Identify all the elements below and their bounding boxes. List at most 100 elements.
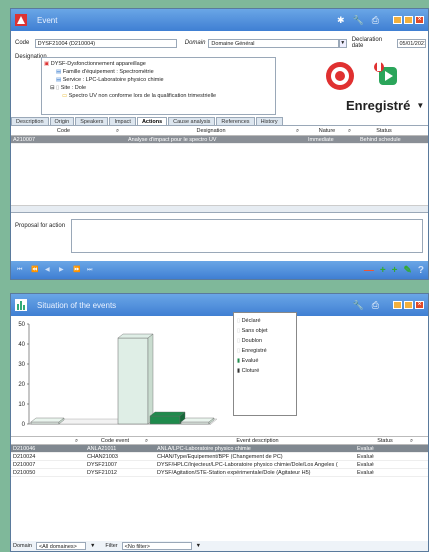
legend-item: ▯ Déclaré — [237, 318, 261, 324]
code-field[interactable]: DYSF21004 (D210004) — [34, 38, 177, 48]
tab-actions[interactable]: Actions — [136, 117, 168, 125]
table-row[interactable]: D210050 DYSF21012 DYSF/Agitation/STE-Sta… — [11, 469, 428, 477]
close-button[interactable]: × — [415, 301, 424, 309]
situation-title: Situation of the events — [37, 300, 117, 310]
y-tick-label: 50 — [18, 322, 25, 328]
actions-table-header: Code ⌕ Designation ⌕ Nature ⌕ Status — [11, 127, 428, 136]
add-button[interactable]: + — [392, 265, 398, 276]
tab-description[interactable]: Description — [11, 117, 49, 125]
tree-node-description[interactable]: ▭ Spectro UV non conforme lors de la qua… — [44, 92, 273, 100]
declaration-date-field[interactable]: 05/01/2021 — [396, 38, 426, 48]
legend-swatch-icon: ▯ — [237, 338, 241, 344]
filter-icon[interactable]: ⌕ — [410, 437, 420, 444]
tab-origin[interactable]: Origin — [49, 117, 75, 125]
table-row[interactable]: A210007 Analyse d'impact pour le spectro… — [11, 136, 428, 144]
minimize-button[interactable] — [393, 301, 402, 309]
events-table: ⌕ Code event ⌕ Event description Status … — [11, 436, 428, 541]
minimize-button[interactable] — [393, 16, 402, 24]
tab-references[interactable]: References — [216, 117, 255, 125]
filter-icon[interactable]: ⌕ — [145, 437, 155, 444]
domain-dropdown-icon[interactable]: ▼ — [90, 543, 95, 549]
prev-record-button[interactable]: ◀ — [45, 266, 55, 274]
close-button[interactable]: × — [415, 16, 424, 24]
col-code-event[interactable]: Code event — [85, 437, 145, 444]
filter-icon[interactable]: ⌕ — [348, 127, 358, 135]
event-titlebar: Event ✱ 🔧 ⎙ × — [11, 9, 428, 31]
status-dropdown-icon[interactable]: ▼ — [416, 101, 424, 110]
filter-icon[interactable]: ⌕ — [116, 127, 126, 135]
expand-icon[interactable]: ⊟ — [50, 85, 55, 91]
filter-icon[interactable]: ⌕ — [75, 437, 85, 444]
tree-node-type[interactable]: ▣ DYSF-Dysfonctionnement appareillage — [44, 60, 273, 68]
bar — [30, 421, 60, 425]
filter-dropdown-icon[interactable]: ▼ — [196, 543, 201, 549]
event-title: Event — [37, 15, 58, 25]
next-page-button[interactable]: ⏩ — [73, 266, 83, 274]
delete-button[interactable]: — — [364, 265, 374, 276]
col-code[interactable]: Code — [11, 127, 116, 135]
service-icon: ▤ — [56, 77, 62, 83]
first-record-button[interactable]: ⏮ — [17, 266, 27, 274]
last-record-button[interactable]: ⏭ — [87, 266, 97, 274]
domain-dropdown-icon[interactable]: ▼ — [338, 38, 347, 48]
edit-button[interactable]: ✎ — [404, 265, 412, 276]
prev-page-button[interactable]: ⏪ — [31, 266, 41, 274]
event-statusbar: ⏮ ⏪ ◀ ▶ ⏩ ⏭ — + + ✎ ? — [11, 261, 428, 279]
legend-item: ▮ Evalué — [237, 358, 259, 364]
table-row[interactable]: D210024 CHAN21003 CHAN/Type/Equipement/B… — [11, 453, 428, 461]
wrench-icon[interactable]: 🔧 — [353, 15, 364, 26]
status-label: Enregistré — [346, 98, 411, 113]
next-record-button[interactable]: ▶ — [59, 266, 69, 274]
site-icon: ▯ — [56, 85, 60, 91]
equipment-icon: ▤ — [56, 69, 62, 75]
col-status[interactable]: Status — [360, 437, 410, 444]
tab-history[interactable]: History — [255, 117, 283, 125]
table-row[interactable]: D210046 ANLA21011 ANLA/LPC-Laboratoire p… — [11, 445, 428, 453]
col-nature[interactable]: Nature — [306, 127, 348, 135]
designation-tree[interactable]: ▣ DYSF-Dysfonctionnement appareillage ▤ … — [41, 57, 276, 115]
print-icon[interactable]: ⎙ — [372, 300, 379, 311]
event-tabs: Description Origin Speakers Impact Actio… — [11, 117, 428, 126]
chart-icon — [15, 299, 27, 311]
tab-cause-analysis[interactable]: Cause analysis — [168, 117, 216, 125]
proposal-field[interactable] — [71, 219, 423, 253]
help-button[interactable]: ? — [418, 265, 424, 276]
legend-item: ▯ Sans objet — [237, 328, 268, 334]
folder-icon: ▭ — [62, 93, 68, 99]
domain-label: Domain — [184, 40, 206, 46]
bar-top — [30, 417, 65, 423]
filter-select[interactable]: <No filter> — [121, 542, 192, 550]
workflow-icon — [374, 61, 397, 85]
legend-swatch-icon: ▮ — [237, 368, 241, 374]
legend-swatch-icon: ▯ — [237, 348, 241, 354]
bar-top — [180, 417, 215, 423]
legend-item: ▯ Doublon — [237, 338, 263, 344]
add-child-button[interactable]: + — [380, 265, 386, 276]
settings-icon[interactable]: ✱ — [337, 15, 345, 26]
maximize-button[interactable] — [404, 16, 413, 24]
tree-node-site[interactable]: ⊟ ▯ Site : Dole — [44, 84, 273, 92]
col-status[interactable]: Status — [358, 127, 410, 135]
event-window: Event ✱ 🔧 ⎙ × Code DYSF21004 (D210004) D… — [10, 8, 429, 280]
tab-impact[interactable]: Impact — [109, 117, 136, 125]
wrench-icon[interactable]: 🔧 — [353, 300, 364, 311]
tab-speakers[interactable]: Speakers — [75, 117, 109, 125]
filter-icon[interactable]: ⌕ — [296, 127, 306, 135]
tree-node-service[interactable]: ▤ Service : LPC-Laboratoire physico chim… — [44, 76, 273, 84]
tree-node-family[interactable]: ▤ Famille d'équipement : Spectrométrie — [44, 68, 273, 76]
col-event-description[interactable]: Event description — [155, 437, 360, 444]
situation-window: Situation of the events 🔧 ⎙ × 0 10 20 30 40 5… — [10, 293, 429, 552]
maximize-button[interactable] — [404, 301, 413, 309]
situation-titlebar: Situation of the events 🔧 ⎙ × — [11, 294, 428, 316]
proposal-label: Proposal for action — [15, 223, 66, 229]
print-icon[interactable]: ⎙ — [372, 15, 379, 26]
bar-top — [117, 333, 154, 339]
bar — [149, 415, 181, 425]
table-row[interactable]: D210007 DYSF21007 DYSF/HPLC/Injecteur/LP… — [11, 461, 428, 469]
domain-filter-select[interactable]: <All domaines> — [35, 542, 86, 550]
horizontal-scrollbar[interactable] — [11, 205, 428, 212]
col-designation[interactable]: Designation — [126, 127, 296, 135]
domain-filter-label: Domain — [13, 543, 32, 549]
legend-item: ▮ Cloturé — [237, 368, 260, 374]
domain-select[interactable]: Domaine Général — [208, 38, 339, 48]
